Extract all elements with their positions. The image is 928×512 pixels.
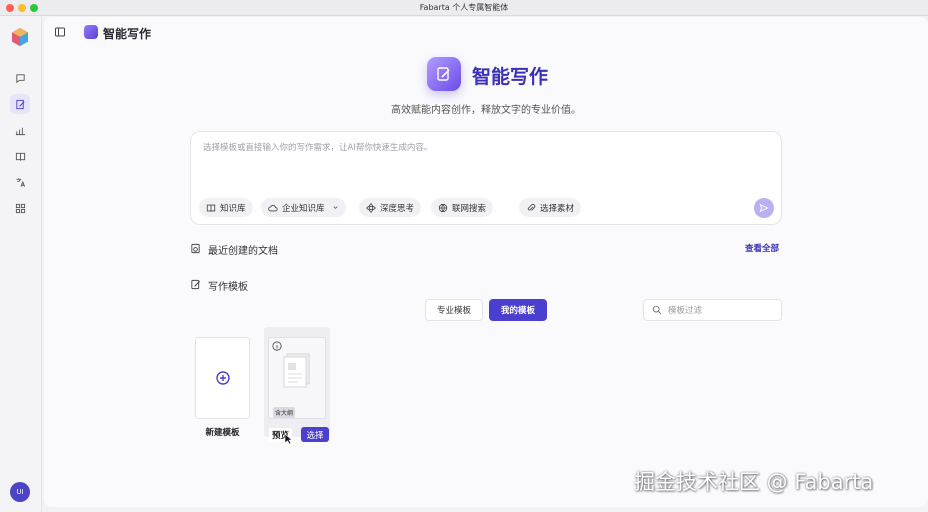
chip-label: 联网搜索 bbox=[452, 203, 487, 214]
sidebar-item-knowledge[interactable] bbox=[10, 146, 30, 166]
template-thumbnail: 含大纲 bbox=[268, 337, 326, 419]
hero-title: 智能写作 bbox=[472, 66, 549, 88]
globe-icon bbox=[438, 203, 448, 212]
paperclip-icon bbox=[527, 203, 536, 211]
user-avatar[interactable]: UI bbox=[10, 482, 30, 502]
templates-title: 写作模板 bbox=[208, 282, 248, 293]
hero-subtitle: 高效赋能内容创作，释放文字的专业价值。 bbox=[391, 105, 581, 116]
sidebar-item-chat[interactable] bbox=[10, 68, 30, 88]
window-titlebar: Fabarta 个人专属智能体 bbox=[0, 0, 928, 16]
window-title: Fabarta 个人专属智能体 bbox=[419, 3, 509, 12]
chip-label: 深度思考 bbox=[380, 203, 415, 214]
sidebar-rail: UI bbox=[0, 16, 42, 512]
chip-label: 知识库 bbox=[220, 203, 246, 214]
chip-label: 选择素材 bbox=[540, 203, 575, 214]
chart-icon bbox=[15, 127, 25, 135]
info-icon[interactable] bbox=[272, 341, 282, 351]
edit-document-icon bbox=[15, 99, 25, 109]
book-icon bbox=[206, 204, 216, 212]
tab-professional-templates[interactable]: 专业模板 bbox=[425, 299, 483, 321]
sidebar-item-writing[interactable] bbox=[10, 94, 30, 114]
select-button[interactable]: 选择 bbox=[301, 427, 329, 442]
chip-web-search[interactable]: 联网搜索 bbox=[431, 198, 494, 217]
chip-deep-thinking[interactable]: 深度思考 bbox=[359, 198, 422, 217]
translate-icon bbox=[15, 177, 25, 187]
new-template-card[interactable] bbox=[195, 337, 250, 419]
sidebar-item-analytics[interactable] bbox=[10, 120, 30, 140]
tab-my-templates[interactable]: 我的模板 bbox=[489, 299, 547, 321]
chip-knowledge-base[interactable]: 知识库 bbox=[199, 198, 253, 217]
document-icon bbox=[283, 353, 310, 388]
watermark: 掘金技术社区 @ Fabarta bbox=[634, 470, 874, 494]
writing-hero-icon bbox=[427, 57, 461, 91]
chip-label: 企业知识库 bbox=[282, 203, 325, 214]
book-icon bbox=[15, 152, 25, 161]
send-icon bbox=[759, 203, 769, 213]
sidebar-item-apps[interactable] bbox=[10, 198, 30, 218]
main-panel: 智能写作 智能写作 高效赋能内容创作，释放文字的专业价值。 选择模板或直接输入你… bbox=[44, 17, 928, 507]
cloud-icon bbox=[268, 204, 278, 211]
chevron-down-icon bbox=[333, 206, 338, 209]
sidebar-toggle-icon[interactable] bbox=[54, 26, 66, 38]
writing-app-icon bbox=[84, 25, 98, 39]
send-button[interactable] bbox=[754, 198, 774, 218]
recent-docs-title: 最近创建的文档 bbox=[208, 246, 278, 257]
filter-placeholder: 模板过滤 bbox=[668, 306, 703, 316]
search-icon bbox=[652, 305, 662, 315]
page-title: 智能写作 bbox=[103, 27, 152, 41]
atom-icon bbox=[366, 202, 376, 213]
mouse-cursor-icon bbox=[284, 433, 293, 445]
sidebar-item-translate[interactable] bbox=[10, 172, 30, 192]
template-filter-input[interactable]: 模板过滤 bbox=[643, 299, 782, 321]
outline-tag: 含大纲 bbox=[273, 407, 296, 418]
template-card[interactable]: 含大纲 bbox=[264, 327, 330, 437]
chat-bubble-icon bbox=[15, 73, 25, 83]
prompt-input[interactable]: 选择模板或直接输入你的写作需求，让AI帮你快速生成内容。 bbox=[203, 141, 432, 153]
prompt-composer[interactable]: 选择模板或直接输入你的写作需求，让AI帮你快速生成内容。 知识库 企业知识库 深… bbox=[190, 131, 782, 225]
new-template-label: 新建模板 bbox=[205, 428, 240, 438]
chip-select-material[interactable]: 选择素材 bbox=[519, 198, 582, 217]
plus-circle-icon bbox=[215, 371, 230, 385]
recent-docs-icon bbox=[191, 243, 200, 254]
app-logo-icon bbox=[12, 28, 28, 46]
template-section-icon bbox=[191, 279, 200, 290]
chip-enterprise-knowledge-base[interactable]: 企业知识库 bbox=[261, 198, 346, 217]
view-all-link[interactable]: 查看全部 bbox=[745, 242, 779, 254]
grid-apps-icon bbox=[15, 203, 25, 213]
